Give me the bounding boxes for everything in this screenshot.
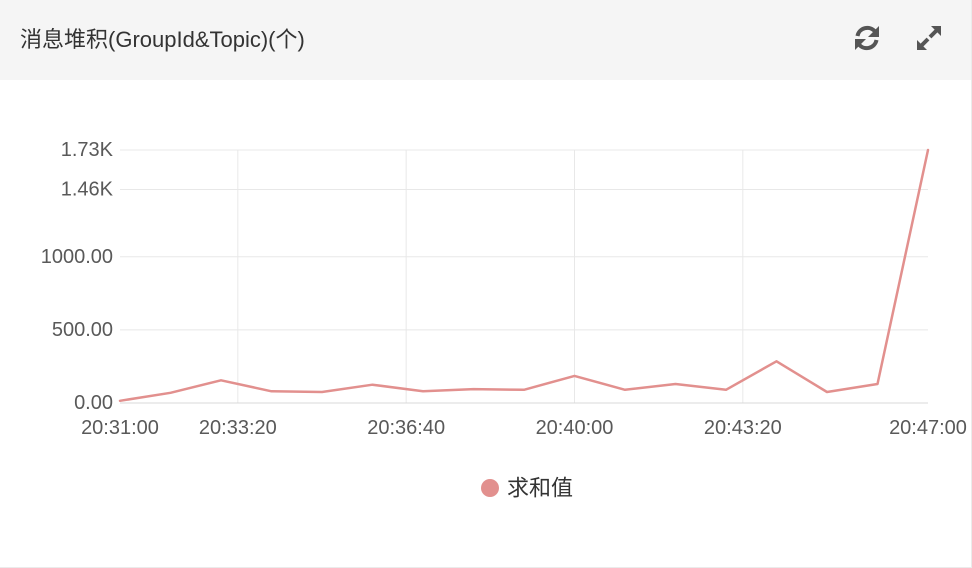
x-tick-label: 20:40:00	[536, 417, 614, 439]
data-point	[117, 398, 123, 404]
expand-icon	[917, 26, 941, 50]
data-point	[168, 390, 174, 396]
series-layer	[117, 147, 931, 404]
legend-item[interactable]: 求和值	[481, 476, 573, 501]
data-point	[824, 389, 830, 395]
y-tick-label: 0.00	[74, 392, 113, 414]
data-point	[723, 387, 729, 393]
data-point	[875, 381, 881, 387]
grid-layer	[120, 149, 928, 403]
x-tick-label: 20:33:20	[199, 417, 277, 439]
y-tick-label: 1.46K	[61, 178, 114, 200]
data-point	[673, 381, 679, 387]
data-point	[925, 147, 931, 153]
line-chart: 0.00 500.00 1000.00 1.46K 1.73K 20:31:00 20:33…	[41, 139, 967, 501]
data-point	[774, 358, 780, 364]
expand-button[interactable]	[911, 20, 947, 56]
x-tick-label: 20:43:20	[704, 417, 782, 439]
y-tick-label: 500.00	[52, 319, 113, 341]
data-point	[218, 377, 224, 383]
data-point	[420, 388, 426, 394]
y-tick-label: 1.73K	[61, 139, 114, 161]
data-point	[572, 373, 578, 379]
legend-label: 求和值	[507, 476, 573, 501]
series-line	[118, 148, 930, 403]
data-point	[471, 386, 477, 392]
panel-header: 消息堆积(GroupId&Topic)(个)	[0, 0, 971, 80]
refresh-icon	[855, 25, 879, 51]
x-tick-label: 20:47:00	[889, 417, 967, 439]
panel-title: 消息堆积(GroupId&Topic)(个)	[20, 27, 305, 52]
data-point	[622, 387, 628, 393]
data-point	[521, 387, 527, 393]
legend-marker	[481, 479, 499, 497]
x-tick-label: 20:36:40	[367, 417, 445, 439]
x-tick-label: 20:31:00	[81, 417, 159, 439]
refresh-button[interactable]	[849, 20, 885, 56]
data-point	[269, 388, 275, 394]
y-tick-label: 1000.00	[41, 246, 113, 268]
chart-panel: 消息堆积(GroupId&Topic)(个) 0.00 500.00 1000.00…	[0, 0, 972, 568]
data-point	[319, 389, 325, 395]
data-point	[370, 382, 376, 388]
